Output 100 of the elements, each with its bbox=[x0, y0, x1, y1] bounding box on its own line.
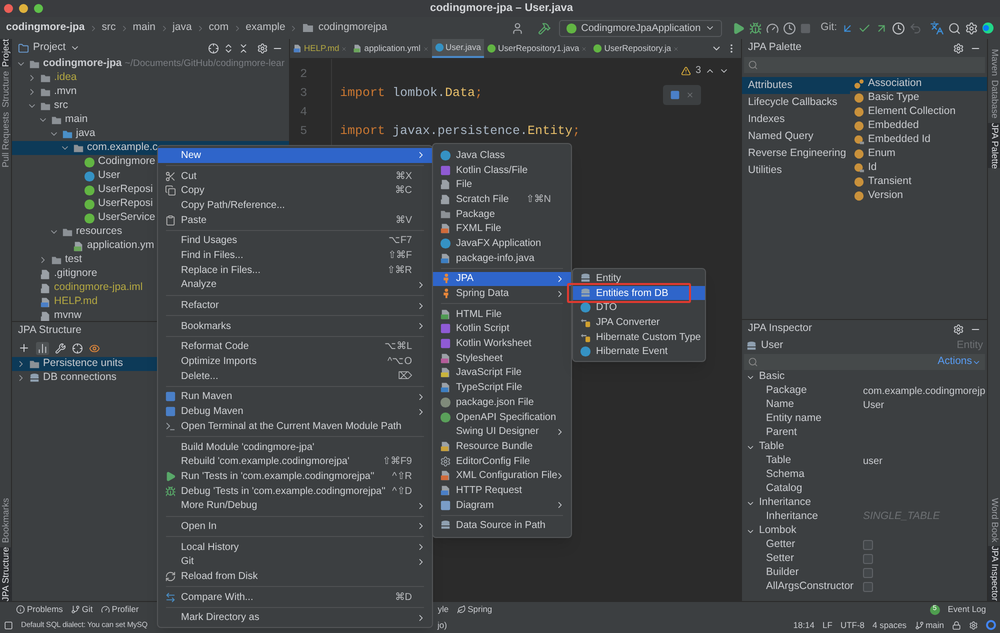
menu-item[interactable]: Delete... ⌦ bbox=[158, 368, 432, 384]
history-icon[interactable] bbox=[892, 22, 905, 34]
tool-window-button[interactable]: yle bbox=[438, 603, 449, 616]
tool-window-tab[interactable]: Bookmarks bbox=[0, 498, 12, 543]
breadcrumb[interactable]: src bbox=[102, 20, 116, 36]
minimize-window-button[interactable] bbox=[19, 4, 28, 13]
tool-window-tab[interactable]: Project bbox=[0, 39, 12, 68]
menu-item[interactable]: Swing UI Designer bbox=[433, 424, 571, 440]
palette-item[interactable]: Element Collection bbox=[850, 105, 987, 119]
settings-icon[interactable] bbox=[953, 42, 964, 54]
status-item[interactable]: 4 spaces bbox=[872, 618, 907, 632]
menu-item[interactable]: package-info.java bbox=[433, 250, 571, 266]
tool-window-tab[interactable]: JPA Inspector bbox=[988, 546, 1000, 601]
checkbox[interactable] bbox=[863, 540, 873, 550]
locate-icon[interactable] bbox=[72, 342, 83, 354]
palette-item[interactable]: Id bbox=[850, 161, 987, 175]
menu-item[interactable]: Kotlin Class/File bbox=[433, 162, 571, 178]
menu-item[interactable]: Build Module 'codingmore-jpa' bbox=[158, 440, 432, 454]
menu-item[interactable]: Run Maven bbox=[158, 390, 432, 404]
menu-item[interactable]: Resource Bundle bbox=[433, 439, 571, 454]
breadcrumb[interactable]: codingmorejpa bbox=[318, 20, 388, 36]
menu-item[interactable]: Data Source in Path bbox=[433, 518, 571, 534]
expand-all-icon[interactable] bbox=[223, 42, 234, 54]
event-log-button[interactable]: Event Log bbox=[948, 603, 986, 616]
category-item[interactable]: Reverse Engineering bbox=[742, 145, 850, 162]
menu-item[interactable]: Hibernate Event bbox=[573, 344, 705, 360]
property-group[interactable]: Inheritance bbox=[742, 496, 987, 510]
menu-item[interactable]: Kotlin Worksheet bbox=[433, 336, 571, 351]
menu-item[interactable]: JPA bbox=[433, 272, 571, 286]
menu-item[interactable]: JavaFX Application bbox=[433, 236, 571, 251]
tool-window-button[interactable]: Spring bbox=[468, 603, 492, 616]
menu-item[interactable]: Reformat Code ⌥⌘L bbox=[158, 340, 432, 354]
translate-icon[interactable] bbox=[930, 21, 944, 35]
menu-item[interactable]: Bookmarks bbox=[158, 318, 432, 334]
tree-item[interactable]: .mvn bbox=[12, 85, 289, 99]
menu-item[interactable]: OpenAPI Specification bbox=[433, 410, 571, 424]
branch-widget[interactable]: main bbox=[926, 618, 944, 632]
menu-item[interactable]: Analyze bbox=[158, 278, 432, 292]
menu-item[interactable]: Open Terminal at the Current Maven Module Path bbox=[158, 419, 432, 434]
status-item[interactable]: LF bbox=[822, 618, 832, 632]
hammer-icon[interactable] bbox=[538, 22, 552, 34]
breadcrumb[interactable]: codingmore-jpa bbox=[6, 20, 85, 36]
menu-item[interactable]: Kotlin Script bbox=[433, 322, 571, 336]
checkbox[interactable] bbox=[863, 582, 873, 592]
menu-item[interactable]: JPA Converter bbox=[573, 315, 705, 330]
bug-icon[interactable] bbox=[748, 22, 762, 34]
menu-item[interactable]: More Run/Debug bbox=[158, 498, 432, 514]
logo-icon[interactable] bbox=[982, 22, 994, 34]
menu-item[interactable]: File bbox=[433, 177, 571, 192]
settings-icon[interactable] bbox=[953, 324, 964, 334]
menu-item[interactable]: Debug Maven bbox=[158, 404, 432, 419]
eye-icon[interactable] bbox=[89, 342, 100, 354]
run-icon[interactable] bbox=[732, 22, 745, 34]
property-group[interactable]: Lombok bbox=[742, 524, 987, 538]
menu-item[interactable]: TypeScript File bbox=[433, 380, 571, 395]
category-item[interactable]: Lifecycle Callbacks bbox=[742, 94, 850, 111]
zoom-window-button[interactable] bbox=[34, 4, 43, 13]
menu-item[interactable]: Copy ⌘C bbox=[158, 183, 432, 198]
menu-item[interactable]: Diagram bbox=[433, 498, 571, 512]
add-icon[interactable] bbox=[18, 342, 30, 354]
editor-tab[interactable]: application.yml bbox=[350, 39, 432, 58]
checkbox[interactable] bbox=[863, 568, 873, 578]
tool-window-tab[interactable]: Database bbox=[988, 80, 1000, 119]
menu-item[interactable]: Scratch File ⇧⌘N bbox=[433, 192, 571, 207]
menu-item[interactable]: package.json File bbox=[433, 395, 571, 410]
settings-icon[interactable] bbox=[965, 22, 978, 34]
branch-icon[interactable] bbox=[70, 605, 80, 614]
tool-window-tab[interactable]: Maven bbox=[988, 49, 1000, 76]
palette-item[interactable]: Enum bbox=[850, 147, 987, 161]
menu-item[interactable]: Find in Files... ⇧⌘F bbox=[158, 248, 432, 263]
tree-item[interactable]: .idea bbox=[12, 71, 289, 85]
editor-tab[interactable]: User.java bbox=[432, 39, 484, 58]
palette-item[interactable]: Embedded Id bbox=[850, 133, 987, 147]
breadcrumb[interactable]: java bbox=[172, 20, 192, 36]
palette-item[interactable]: Embedded bbox=[850, 119, 987, 133]
editor-tab[interactable]: UserRepository.ja bbox=[590, 39, 682, 58]
search-icon[interactable] bbox=[948, 22, 961, 34]
checkbox[interactable] bbox=[863, 554, 873, 564]
palette-item[interactable]: Basic Type bbox=[850, 91, 987, 105]
tool-window-button[interactable]: Git bbox=[82, 603, 93, 616]
menu-item[interactable]: Find Usages ⌥F7 bbox=[158, 233, 432, 248]
tool-window-tab[interactable]: Pull Requests bbox=[0, 112, 12, 168]
search-icon[interactable] bbox=[748, 60, 758, 70]
status-item[interactable]: 18:14 bbox=[793, 618, 815, 632]
leaf-icon[interactable] bbox=[456, 605, 466, 614]
tool-window-button[interactable]: Profiler bbox=[112, 603, 139, 616]
settings-icon[interactable] bbox=[969, 620, 978, 630]
editor-tab[interactable]: HELP.md bbox=[290, 39, 350, 58]
menu-item[interactable]: Paste ⌘V bbox=[158, 212, 432, 228]
menu-item[interactable]: Debug 'Tests in 'com.example.codingmorejpa'' ^⇧D bbox=[158, 484, 432, 498]
menu-item[interactable]: Rebuild 'com.example.codingmorejpa' ⇧⌘F9 bbox=[158, 454, 432, 470]
menu-item[interactable]: XML Configuration File bbox=[433, 468, 571, 484]
menu-item[interactable]: Java Class bbox=[433, 148, 571, 163]
menu-item[interactable]: Local History bbox=[158, 540, 432, 554]
menu-item[interactable]: Copy Path/Reference... bbox=[158, 198, 432, 213]
palette-item[interactable]: Association bbox=[850, 77, 987, 91]
run-configuration-dropdown[interactable]: CodingmoreJpaApplication bbox=[559, 20, 722, 36]
category-item[interactable]: Indexes bbox=[742, 111, 850, 128]
load-maven-changes-button[interactable] bbox=[670, 90, 680, 100]
category-item[interactable]: Named Query bbox=[742, 128, 850, 145]
